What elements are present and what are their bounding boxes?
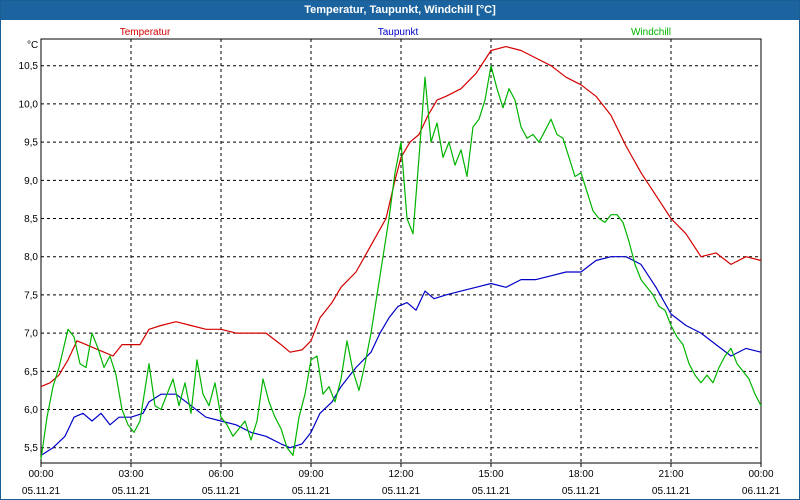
y-tick-label: 8,5 xyxy=(24,214,38,225)
y-tick-label: 8,0 xyxy=(24,252,38,263)
legend-taupunkt: Taupunkt xyxy=(378,27,419,38)
chart-window: Temperatur, Taupunkt, Windchill [°C] 5,5… xyxy=(0,0,800,500)
y-tick-label: 6,5 xyxy=(24,367,38,378)
x-tick-date-label: 05.11.21 xyxy=(382,486,421,497)
x-tick-date-label: 05.11.21 xyxy=(652,486,691,497)
legend-temperatur: Temperatur xyxy=(120,27,171,38)
y-tick-label: 9,5 xyxy=(24,138,38,149)
y-tick-label: 5,5 xyxy=(24,443,38,454)
y-axis-unit-label: °C xyxy=(27,40,38,51)
x-tick-time-label: 00:00 xyxy=(748,469,773,480)
x-tick-date-label: 05.11.21 xyxy=(22,486,61,497)
y-tick-label: 9,0 xyxy=(24,176,38,187)
legend-windchill: Windchill xyxy=(631,27,671,38)
x-tick-date-label: 05.11.21 xyxy=(292,486,331,497)
x-tick-time-label: 21:00 xyxy=(658,469,683,480)
y-tick-label: 10,5 xyxy=(19,61,39,72)
x-tick-date-label: 05.11.21 xyxy=(112,486,151,497)
x-tick-date-label: 05.11.21 xyxy=(562,486,601,497)
y-tick-label: 10,0 xyxy=(19,99,39,110)
window-title: Temperatur, Taupunkt, Windchill [°C] xyxy=(1,1,799,20)
x-tick-time-label: 18:00 xyxy=(568,469,593,480)
line-chart: 5,5 6,0 6,5 7,0 7,5 8,0 8,5 9,0 9,5 10,0 10,5 00:00… xyxy=(19,27,781,497)
x-tick-date-label: 06.11.21 xyxy=(742,486,781,497)
x-tick-time-label: 06:00 xyxy=(208,469,233,480)
x-tick-time-label: 03:00 xyxy=(118,469,143,480)
x-tick-time-label: 00:00 xyxy=(28,469,53,480)
x-tick-date-label: 05.11.21 xyxy=(472,486,511,497)
x-tick-time-label: 09:00 xyxy=(298,469,323,480)
y-tick-label: 6,0 xyxy=(24,405,38,416)
x-tick-time-label: 12:00 xyxy=(388,469,413,480)
y-tick-label: 7,0 xyxy=(24,329,38,340)
x-tick-date-label: 05.11.21 xyxy=(202,486,241,497)
x-tick-time-label: 15:00 xyxy=(478,469,503,480)
y-tick-label: 7,5 xyxy=(24,290,38,301)
